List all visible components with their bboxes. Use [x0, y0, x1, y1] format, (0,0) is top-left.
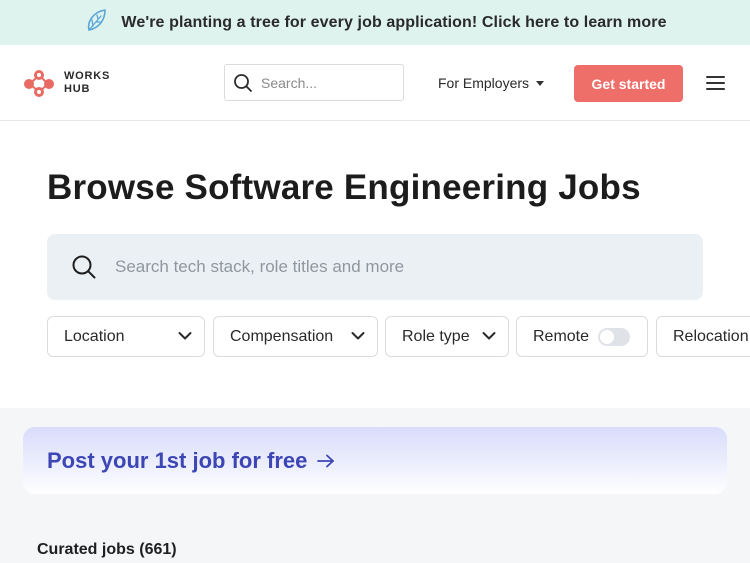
caret-down-icon: [536, 80, 545, 86]
compensation-filter[interactable]: Compensation: [213, 316, 378, 357]
banner-text: We're planting a tree for every job appl…: [121, 13, 667, 31]
page-title: Browse Software Engineering Jobs: [47, 168, 641, 207]
post-first-job-card[interactable]: Post your 1st job for free: [23, 427, 727, 494]
logo-mark-icon: [24, 70, 54, 97]
for-employers-label: For Employers: [438, 75, 530, 91]
role-type-filter-label: Role type: [402, 327, 470, 345]
remote-filter-label: Remote: [533, 327, 590, 345]
chevron-down-icon: [482, 332, 496, 340]
toggle-knob: [600, 329, 615, 344]
logo-text-hub: HUB: [64, 83, 91, 95]
remote-filter[interactable]: Remote: [516, 316, 648, 357]
site-header: WORKS HUB For Employers Get started: [0, 45, 750, 121]
header-search[interactable]: [224, 64, 404, 101]
role-type-filter[interactable]: Role type: [385, 316, 509, 357]
location-filter[interactable]: Location: [47, 316, 205, 357]
logo-text-works: WORKS: [64, 70, 111, 82]
remote-toggle[interactable]: [598, 327, 631, 346]
header-search-input[interactable]: [261, 74, 391, 91]
chevron-down-icon: [178, 332, 192, 340]
post-job-text: Post your 1st job for free: [47, 447, 308, 473]
job-search-input[interactable]: [115, 257, 675, 277]
compensation-filter-label: Compensation: [230, 327, 334, 345]
logo-wordmark: WORKS HUB: [64, 70, 110, 96]
jobs-section: Post your 1st job for free Curated jobs …: [0, 408, 750, 563]
location-filter-label: Location: [64, 327, 125, 345]
hamburger-menu-icon[interactable]: [706, 75, 726, 91]
search-icon: [234, 73, 252, 92]
relocation-filter[interactable]: Relocation: [656, 316, 750, 357]
leaf-icon: [83, 6, 111, 39]
tree-planting-banner[interactable]: We're planting a tree for every job appl…: [0, 0, 750, 45]
search-icon: [72, 255, 96, 279]
relocation-filter-label: Relocation: [673, 327, 749, 345]
works-hub-logo[interactable]: WORKS HUB: [22, 67, 110, 99]
get-started-button[interactable]: Get started: [574, 65, 683, 102]
chevron-down-icon: [351, 332, 365, 340]
curated-jobs-count: Curated jobs (661): [37, 541, 177, 558]
job-search-bar[interactable]: [47, 234, 703, 300]
for-employers-dropdown[interactable]: For Employers: [438, 75, 545, 91]
arrow-right-icon: [317, 454, 335, 467]
